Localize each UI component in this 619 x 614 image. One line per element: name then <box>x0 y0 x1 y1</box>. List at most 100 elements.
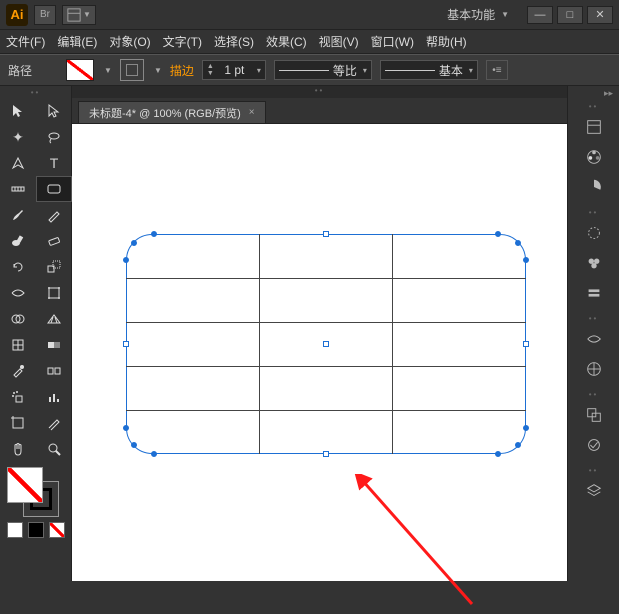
anchor-point-icon[interactable] <box>323 231 329 237</box>
perspective-grid-tool[interactable] <box>36 306 72 332</box>
artboard-tool[interactable] <box>0 410 36 436</box>
chevron-down-icon[interactable]: ▼ <box>501 10 509 19</box>
color-mode-gradient[interactable] <box>28 522 44 538</box>
menu-edit[interactable]: 编辑(E) <box>57 33 97 50</box>
layers-panel-icon[interactable] <box>580 478 608 504</box>
corner-anchor-icon[interactable] <box>515 442 521 448</box>
appearance-panel-icon[interactable] <box>580 432 608 458</box>
stepper-down-icon[interactable]: ▼ <box>207 70 214 77</box>
stroke-weight-field[interactable]: ▲▼ 1 pt ▾ <box>202 60 266 80</box>
zoom-tool[interactable] <box>36 436 72 462</box>
shape-builder-tool[interactable] <box>0 306 36 332</box>
stroke-panel-icon[interactable] <box>580 326 608 352</box>
free-transform-tool[interactable] <box>36 280 72 306</box>
close-button[interactable]: ✕ <box>587 6 613 24</box>
bridge-button[interactable]: Br <box>34 5 56 25</box>
maximize-button[interactable]: □ <box>557 6 583 24</box>
corner-anchor-icon[interactable] <box>523 425 529 431</box>
menu-type[interactable]: 文字(T) <box>163 33 202 50</box>
menu-view[interactable]: 视图(V) <box>319 33 359 50</box>
brushes-panel-icon[interactable] <box>580 250 608 276</box>
scale-tool[interactable] <box>36 254 72 280</box>
minimize-button[interactable]: — <box>527 6 553 24</box>
gradient-tool[interactable] <box>36 332 72 358</box>
corner-anchor-icon[interactable] <box>151 231 157 237</box>
menu-help[interactable]: 帮助(H) <box>426 33 467 50</box>
chevron-down-icon[interactable]: ▾ <box>257 66 261 75</box>
menu-effect[interactable]: 效果(C) <box>266 33 307 50</box>
stroke-swatch[interactable] <box>120 59 144 81</box>
column-graph-tool[interactable] <box>36 384 72 410</box>
document-tab[interactable]: 未标题-4* @ 100% (RGB/预览) × <box>78 101 266 123</box>
chevron-down-icon[interactable]: ▼ <box>104 66 112 75</box>
panel-grip-icon[interactable]: •• <box>0 86 71 98</box>
mesh-tool[interactable] <box>0 332 36 358</box>
type-tool[interactable]: T <box>36 150 72 176</box>
properties-panel-icon[interactable] <box>580 114 608 140</box>
fill-color-icon[interactable] <box>8 468 42 502</box>
chevron-down-icon[interactable]: ▼ <box>154 66 162 75</box>
corner-anchor-icon[interactable] <box>151 451 157 457</box>
control-more-button[interactable]: •≡ <box>486 60 508 80</box>
corner-anchor-icon[interactable] <box>515 240 521 246</box>
anchor-point-icon[interactable] <box>523 341 529 347</box>
corner-anchor-icon[interactable] <box>495 451 501 457</box>
pen-tool[interactable] <box>0 150 36 176</box>
swatches-panel-icon[interactable] <box>580 220 608 246</box>
width-tool[interactable] <box>0 280 36 306</box>
arrange-docs-button[interactable]: ▼ <box>62 5 96 25</box>
direct-selection-tool[interactable] <box>36 98 72 124</box>
panel-grip-icon[interactable]: •• <box>568 206 619 218</box>
transparency-panel-icon[interactable] <box>580 402 608 428</box>
blob-brush-tool[interactable] <box>0 228 36 254</box>
hand-tool[interactable] <box>0 436 36 462</box>
width-profile-select[interactable]: 等比 ▾ <box>274 60 372 80</box>
selected-rounded-rectangle-grid[interactable] <box>126 234 526 454</box>
selection-tool[interactable] <box>0 98 36 124</box>
stepper-up-icon[interactable]: ▲ <box>207 63 214 70</box>
fill-swatch[interactable] <box>66 59 94 81</box>
color-mode-none[interactable] <box>49 522 65 538</box>
blend-tool[interactable] <box>36 358 72 384</box>
stroke-label[interactable]: 描边 <box>170 62 194 79</box>
panel-grip-icon[interactable]: •• <box>568 464 619 476</box>
rounded-rectangle-tool[interactable] <box>36 176 72 202</box>
magic-wand-tool[interactable]: ✦ <box>0 124 36 150</box>
center-point-icon[interactable] <box>323 341 329 347</box>
color-panel-icon[interactable] <box>580 144 608 170</box>
anchor-point-icon[interactable] <box>123 341 129 347</box>
collapse-panels-icon[interactable]: ▸▸ <box>568 86 619 100</box>
eyedropper-tool[interactable] <box>0 358 36 384</box>
color-guide-panel-icon[interactable] <box>580 174 608 200</box>
menu-select[interactable]: 选择(S) <box>214 33 254 50</box>
corner-anchor-icon[interactable] <box>131 240 137 246</box>
panel-grip-icon[interactable]: •• <box>568 100 619 112</box>
gradient-panel-icon[interactable] <box>580 356 608 382</box>
rotate-tool[interactable] <box>0 254 36 280</box>
corner-anchor-icon[interactable] <box>123 425 129 431</box>
menu-file[interactable]: 文件(F) <box>6 33 45 50</box>
symbols-panel-icon[interactable] <box>580 280 608 306</box>
panel-grip-icon[interactable]: •• <box>568 388 619 400</box>
slice-tool[interactable] <box>36 410 72 436</box>
panel-grip-icon[interactable]: •• <box>568 312 619 324</box>
paintbrush-tool[interactable] <box>0 202 36 228</box>
brush-select[interactable]: 基本 ▾ <box>380 60 478 80</box>
symbol-sprayer-tool[interactable] <box>0 384 36 410</box>
canvas[interactable] <box>72 124 567 581</box>
corner-anchor-icon[interactable] <box>123 257 129 263</box>
corner-anchor-icon[interactable] <box>495 231 501 237</box>
lasso-tool[interactable] <box>36 124 72 150</box>
corner-anchor-icon[interactable] <box>523 257 529 263</box>
fill-stroke-color[interactable] <box>0 464 71 520</box>
workspace-label[interactable]: 基本功能 <box>447 6 499 23</box>
anchor-point-icon[interactable] <box>323 451 329 457</box>
menu-window[interactable]: 窗口(W) <box>371 33 414 50</box>
panel-grip-icon[interactable]: •• <box>72 86 567 98</box>
menu-object[interactable]: 对象(O) <box>109 33 150 50</box>
color-mode-solid[interactable] <box>7 522 23 538</box>
tab-close-icon[interactable]: × <box>249 107 255 118</box>
pencil-tool[interactable] <box>36 202 72 228</box>
eraser-tool[interactable] <box>36 228 72 254</box>
corner-anchor-icon[interactable] <box>131 442 137 448</box>
